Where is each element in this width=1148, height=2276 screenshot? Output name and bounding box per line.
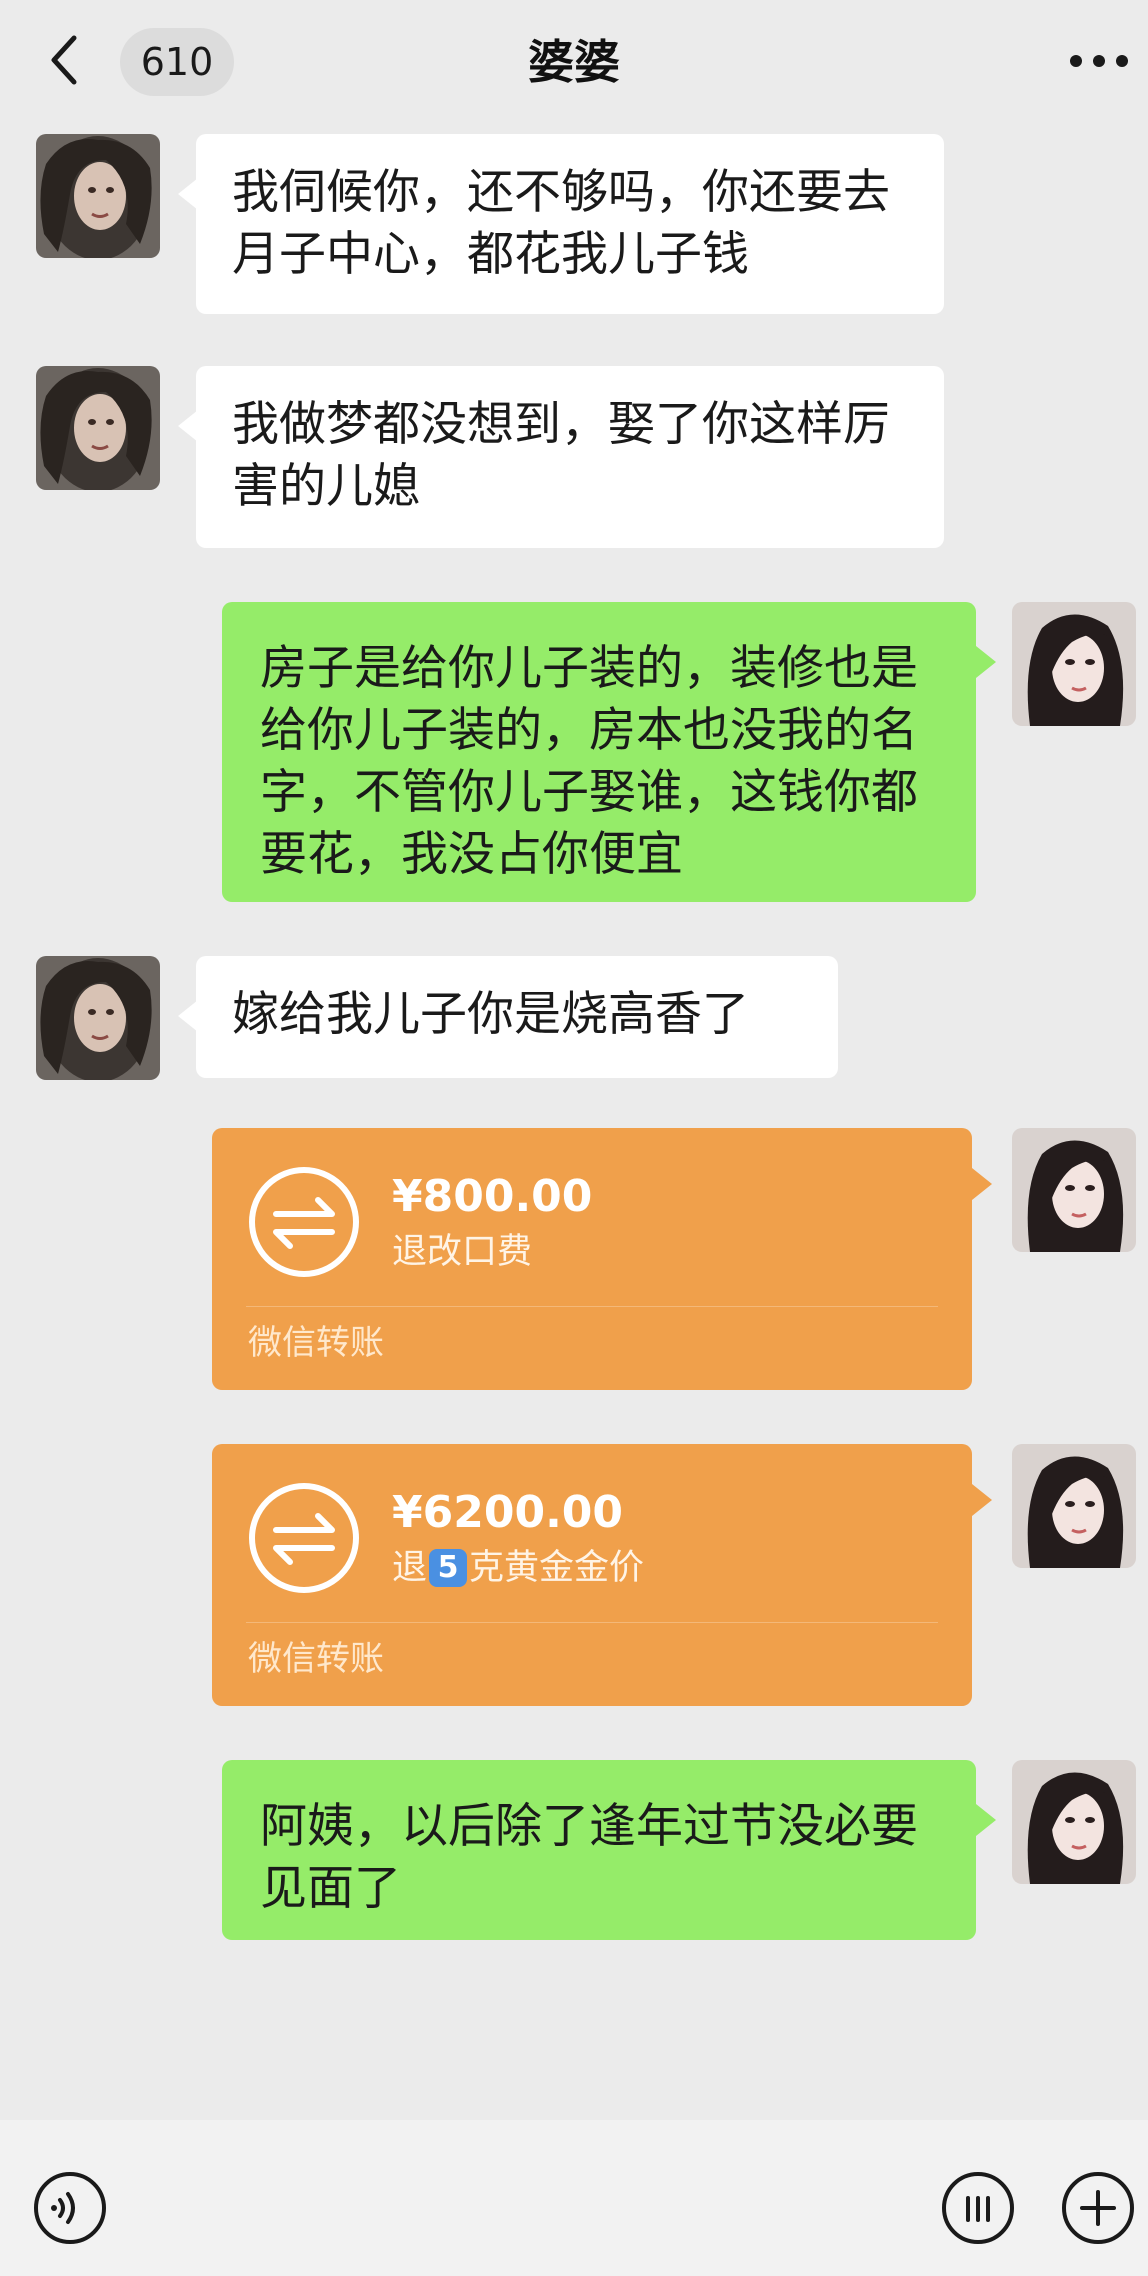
self-avatar[interactable]: [1012, 1128, 1136, 1252]
more-functions-button[interactable]: [1058, 2168, 1138, 2248]
message-bubble-outgoing[interactable]: 阿姨，以后除了逢年过节没必要见面了: [222, 1760, 996, 1940]
transfer-label: 微信转账: [248, 1639, 384, 1679]
voice-button[interactable]: [30, 2168, 110, 2248]
transfer-divider: [246, 1622, 938, 1623]
contact-avatar[interactable]: [36, 956, 160, 1080]
emoji-button[interactable]: [938, 2168, 1018, 2248]
transfer-card[interactable]: ¥800.00 退改口费 微信转账: [212, 1128, 992, 1390]
ellipsis-icon: [1070, 55, 1128, 67]
plus-icon: [1062, 2172, 1134, 2244]
self-avatar[interactable]: [1012, 1444, 1136, 1568]
unread-count-badge[interactable]: 610: [120, 28, 234, 96]
chevron-left-icon: [51, 35, 77, 85]
more-button[interactable]: [1064, 34, 1134, 88]
voice-input-icon: [34, 2172, 106, 2244]
transfer-icon: [249, 1167, 359, 1277]
message-bubble-incoming[interactable]: 嫁给我儿子你是烧高香了: [178, 956, 838, 1078]
transfer-label: 微信转账: [248, 1323, 384, 1363]
transfer-divider: [246, 1306, 938, 1307]
transfer-card[interactable]: ¥6200.00 退 5 克黄金金价 微信转账: [212, 1444, 992, 1706]
transfer-note-prefix: 退: [392, 1548, 428, 1588]
contact-avatar[interactable]: [36, 366, 160, 490]
chat-screen: 610 婆婆 我伺候你，还不够吗，你还要去月子中心，都花我儿子钱 我做梦都没想到…: [0, 0, 1148, 2276]
message-bubble-incoming[interactable]: 我做梦都没想到，娶了你这样厉害的儿媳: [178, 366, 944, 548]
back-button[interactable]: [40, 28, 96, 92]
number-five-badge: 5: [429, 1549, 468, 1587]
message-bubble-outgoing[interactable]: 房子是给你儿子装的，装修也是给你儿子装的，房本也没我的名字，不管你儿子娶谁，这钱…: [222, 602, 996, 902]
message-bubble-incoming[interactable]: 我伺候你，还不够吗，你还要去月子中心，都花我儿子钱: [178, 134, 944, 314]
input-toolbar: [0, 2120, 1148, 2276]
transfer-note-suffix: 克黄金金价: [469, 1548, 645, 1588]
transfer-amount: ¥6200.00: [392, 1487, 624, 1538]
transfer-note: 退 5 克黄金金价: [392, 1544, 644, 1592]
chat-title: 婆婆: [528, 35, 620, 89]
self-avatar[interactable]: [1012, 1760, 1136, 1884]
emoji-icon: [942, 2172, 1014, 2244]
transfer-icon: [249, 1483, 359, 1593]
self-avatar[interactable]: [1012, 602, 1136, 726]
top-nav-bar: 610 婆婆: [0, 0, 1148, 120]
transfer-note: 退改口费: [392, 1232, 533, 1272]
contact-avatar[interactable]: [36, 134, 160, 258]
transfer-amount: ¥800.00: [392, 1171, 593, 1222]
